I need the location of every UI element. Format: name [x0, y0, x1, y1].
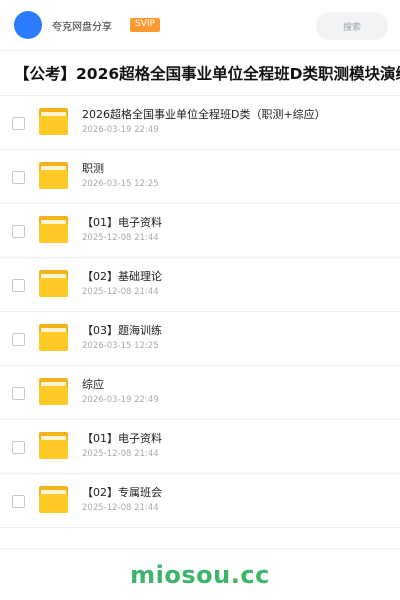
folder-icon: [39, 216, 68, 243]
checkbox-icon[interactable]: [12, 279, 25, 292]
search-placeholder: 搜索: [342, 22, 361, 33]
checkbox-icon[interactable]: [12, 495, 25, 508]
file-date: 2026-03-15 12:25: [82, 179, 159, 189]
file-name[interactable]: 2026超格全国事业单位全程班D类（职测+综应）: [82, 107, 326, 122]
file-row[interactable]: 2026超格全国事业单位全程班D类（职测+综应） 2026-03-19 22:4…: [0, 96, 400, 150]
file-date: 2026-03-19 22:49: [82, 125, 159, 135]
avatar[interactable]: [14, 11, 42, 39]
checkbox-icon[interactable]: [12, 441, 25, 454]
file-name[interactable]: 【01】电子资料: [82, 431, 162, 446]
folder-icon: [39, 324, 68, 351]
share-title-bar: 【公考】2026超格全国事业单位全程班D类职测模块演练1: [0, 50, 400, 96]
file-date: 2025-12-08 21:44: [82, 503, 159, 513]
file-name[interactable]: 综应: [82, 377, 159, 392]
file-row[interactable]: 【02】专属班会 2025-12-08 21:44: [0, 474, 400, 528]
folder-icon: [39, 432, 68, 459]
folder-icon: [39, 108, 68, 135]
file-date: 2026-03-15 12:25: [82, 341, 159, 351]
watermark-text: miosou.cc: [130, 560, 270, 589]
file-name[interactable]: 【01】电子资料: [82, 215, 162, 230]
checkbox-icon[interactable]: [12, 333, 25, 346]
file-date: 2025-12-08 21:44: [82, 233, 159, 243]
vip-badge: SVIP: [130, 18, 160, 32]
file-date: 2026-03-19 22:49: [82, 395, 159, 405]
file-date: 2025-12-08 21:44: [82, 287, 159, 297]
file-date: 2025-12-08 21:44: [82, 449, 159, 459]
file-row[interactable]: 【01】电子资料 2025-12-08 21:44: [0, 420, 400, 474]
folder-icon: [39, 270, 68, 297]
search-input[interactable]: 搜索: [316, 12, 388, 40]
file-list: 2026超格全国事业单位全程班D类（职测+综应） 2026-03-19 22:4…: [0, 96, 400, 528]
file-name[interactable]: 【02】专属班会: [82, 485, 162, 500]
file-name[interactable]: 【02】基础理论: [82, 269, 162, 284]
share-title: 【公考】2026超格全国事业单位全程班D类职测模块演练1: [14, 65, 400, 83]
username: 夸克网盘分享: [52, 21, 112, 33]
checkbox-icon[interactable]: [12, 225, 25, 238]
checkbox-icon[interactable]: [12, 171, 25, 184]
file-row[interactable]: 综应 2026-03-19 22:49: [0, 366, 400, 420]
file-row[interactable]: 职测 2026-03-15 12:25: [0, 150, 400, 204]
checkbox-icon[interactable]: [12, 117, 25, 130]
file-name[interactable]: 职测: [82, 161, 159, 176]
footer: miosou.cc: [0, 548, 400, 600]
header: 夸克网盘分享 SVIP 搜索: [0, 0, 400, 50]
file-row[interactable]: 【03】题海训练 2026-03-15 12:25: [0, 312, 400, 366]
folder-icon: [39, 162, 68, 189]
folder-icon: [39, 378, 68, 405]
file-name[interactable]: 【03】题海训练: [82, 323, 162, 338]
file-row[interactable]: 【02】基础理论 2025-12-08 21:44: [0, 258, 400, 312]
checkbox-icon[interactable]: [12, 387, 25, 400]
file-row[interactable]: 【01】电子资料 2025-12-08 21:44: [0, 204, 400, 258]
folder-icon: [39, 486, 68, 513]
